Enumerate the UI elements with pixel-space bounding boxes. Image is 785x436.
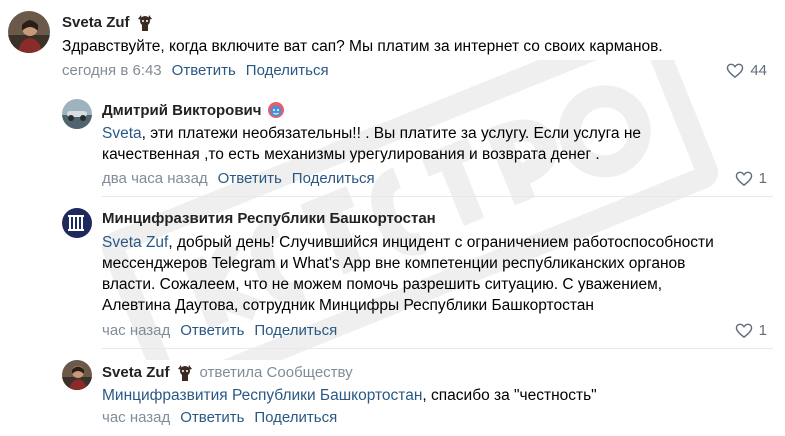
comment-text: Здравствуйте, когда включите ват сап? Мы… <box>62 38 663 55</box>
comment-text: Sveta Zuf, добрый день! Случившийся инци… <box>102 232 762 316</box>
reply-button[interactable]: Ответить <box>172 62 236 79</box>
like-button[interactable]: 1 <box>735 170 767 187</box>
avatar[interactable] <box>8 11 50 53</box>
avatar[interactable] <box>62 360 92 390</box>
author-name[interactable]: Sveta Zuf <box>102 364 170 381</box>
avatar-photo <box>62 360 92 390</box>
text-segment: , спасибо за "честность" <box>422 387 597 404</box>
comment-author: Sveta Zuf ответила Сообществу <box>102 363 353 381</box>
like-button[interactable]: 1 <box>735 322 767 339</box>
mention-link[interactable]: Минцифразвития Республики Башкортостан <box>102 387 422 404</box>
like-count: 1 <box>758 170 767 187</box>
community-logo <box>62 208 92 238</box>
divider <box>102 196 773 197</box>
share-button[interactable]: Поделиться <box>254 409 337 426</box>
avatar[interactable] <box>62 208 92 238</box>
heart-outline-icon <box>735 323 752 338</box>
reply-button[interactable]: Ответить <box>180 322 244 339</box>
text-line: власти. Сожалеем, что не можем помочь ра… <box>102 276 663 293</box>
comment-author: Sveta Zuf <box>62 13 154 31</box>
comment-author: Дмитрий Викторович <box>102 101 285 119</box>
text-line: Алевтина Даутова, сотрудник Минцифры Рес… <box>102 297 594 314</box>
text-line: мессенджеров Telegram и What's App вне к… <box>102 255 686 272</box>
avatar[interactable] <box>62 99 92 129</box>
comment-time[interactable]: два часа назад <box>102 170 208 187</box>
avatar-photo <box>62 99 92 129</box>
comment-author: Минцифразвития Республики Башкортостан <box>102 210 436 227</box>
text-segment: , эти платежи необязательны!! . Вы плати… <box>141 125 642 142</box>
author-name[interactable]: Sveta Zuf <box>62 14 130 31</box>
comment-meta: два часа назад Ответить Поделиться <box>102 170 375 187</box>
text-segment: , добрый день! Случившийся инцидент с ог… <box>168 234 714 251</box>
like-count: 1 <box>758 322 767 339</box>
avatar-photo <box>8 11 50 53</box>
author-name[interactable]: Минцифразвития Республики Башкортостан <box>102 210 436 227</box>
share-button[interactable]: Поделиться <box>292 170 375 187</box>
heart-outline-icon <box>727 63 744 78</box>
reply-button[interactable]: Ответить <box>218 170 282 187</box>
author-name[interactable]: Дмитрий Викторович <box>102 102 261 119</box>
like-count: 44 <box>750 62 767 79</box>
divider <box>102 348 773 349</box>
text-line: качественная ,то есть механизмы урегулир… <box>102 146 600 163</box>
comment-text: Sveta, эти платежи необязательны!! . Вы … <box>102 123 762 165</box>
comment-time[interactable]: сегодня в 6:43 <box>62 62 162 79</box>
mention-link[interactable]: Sveta <box>102 125 142 142</box>
mention-link[interactable]: Sveta Zuf <box>102 234 168 251</box>
comment-meta: сегодня в 6:43 Ответить Поделиться <box>62 62 329 79</box>
heart-outline-icon <box>735 171 752 186</box>
reply-button[interactable]: Ответить <box>180 409 244 426</box>
cat-sticker-icon <box>176 363 194 381</box>
face-emoji-icon <box>267 101 285 119</box>
comment-text: Минцифразвития Республики Башкортостан, … <box>102 385 762 406</box>
share-button[interactable]: Поделиться <box>254 322 337 339</box>
comment-meta: час назад Ответить Поделиться <box>102 322 337 339</box>
share-button[interactable]: Поделиться <box>246 62 329 79</box>
comment-meta: час назад Ответить Поделиться <box>102 409 337 426</box>
comment-time[interactable]: час назад <box>102 409 170 426</box>
replied-to-label[interactable]: ответила Сообществу <box>200 364 353 381</box>
comment-time[interactable]: час назад <box>102 322 170 339</box>
like-button[interactable]: 44 <box>726 62 767 79</box>
cat-sticker-icon <box>136 13 154 31</box>
